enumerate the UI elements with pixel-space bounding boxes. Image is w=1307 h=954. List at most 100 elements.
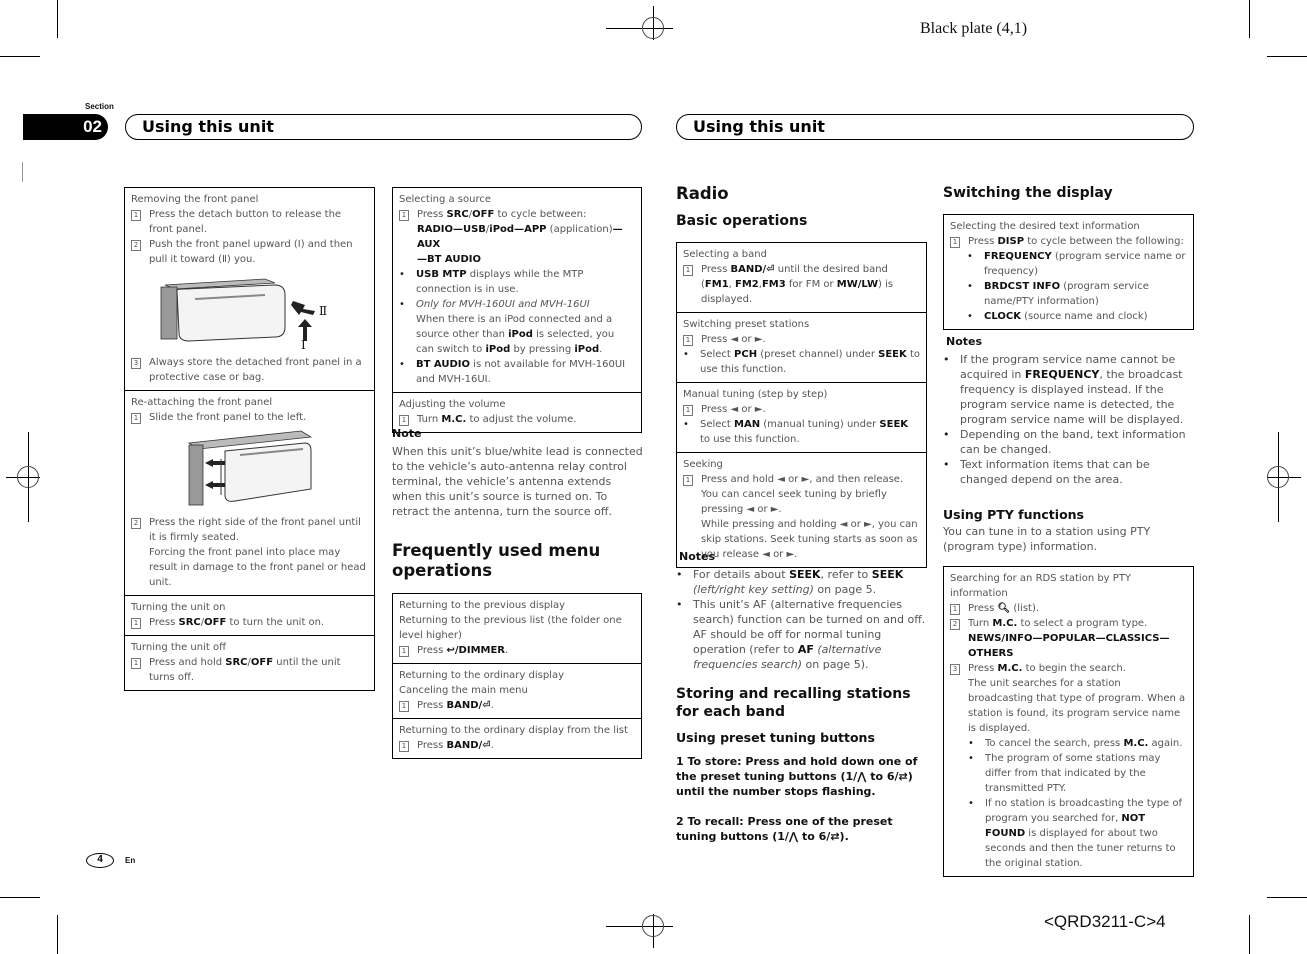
note-item: • For details about SEEK, refer to SEEK (…	[676, 568, 904, 596]
block-title: Selecting a band	[683, 249, 767, 260]
crop-mark	[57, 915, 58, 954]
crop-mark	[0, 56, 40, 57]
language-code: En	[125, 856, 136, 865]
selecting-source: Selecting a source 1 Press SRC/OFF to cyc…	[393, 188, 641, 392]
turning-unit-off: Turning the unit off 1 Press and hold SRC…	[125, 635, 374, 690]
text-info-box: Selecting the desired text information 1…	[943, 214, 1194, 330]
selecting-text-information: Selecting the desired text information 1…	[944, 215, 1193, 329]
page-number: 4	[86, 853, 114, 868]
back-icon: ↩	[446, 645, 455, 656]
adjusting-volume: Adjusting the volume 1 Turn M.C. to adjus…	[393, 392, 641, 432]
step-number: 1	[399, 646, 409, 657]
bullet-item: • Only for MVH-160UI and MVH-16UI When the…	[399, 299, 615, 355]
chapter-title-left: Using this unit	[125, 114, 642, 140]
returning-ordinary-from-list: Returning to the ordinary display from t…	[393, 718, 641, 758]
block-title: Switching preset stations	[683, 319, 810, 330]
step-number: 2	[131, 240, 141, 251]
section-number-badge: 02	[23, 114, 108, 140]
menu-operations-heading: Frequently used menu operations	[392, 541, 601, 580]
block-title: Re-attaching the front panel	[131, 397, 273, 408]
block-title: Seeking	[683, 459, 723, 470]
switching-preset-stations: Switching preset stations 1 Press ◄ or ►.…	[677, 312, 926, 382]
store-step: 1 To store: Press and hold down one of t…	[676, 755, 918, 798]
document-code: <QRD3211-C>4	[1044, 912, 1166, 931]
bullet-item: • If no station is broadcasting the type …	[968, 798, 1183, 869]
radio-notes: • For details about SEEK, refer to SEEK (…	[676, 567, 926, 672]
display-option: • FREQUENCY (program service name or freq…	[967, 251, 1186, 277]
block-title: Searching for an RDS station by PTY info…	[950, 573, 1132, 599]
recall-step: 2 To recall: Press one of the preset tun…	[676, 815, 893, 843]
display-option: • BRDCST INFO (program service name/PTY i…	[967, 281, 1149, 307]
step-1: 1 Press SRC/OFF to cycle between: RADIO—U…	[399, 207, 635, 267]
radio-notes-title: Notes	[679, 550, 716, 563]
pty-functions-heading: Using PTY functions	[943, 507, 1084, 522]
block-title: Turning the unit on	[131, 602, 226, 613]
block-title: Returning to the ordinary display	[399, 670, 564, 681]
bullet-item: • USB MTP displays while the MTP connecti…	[399, 269, 584, 295]
step-1: 1 Press BAND/⏎.	[399, 738, 635, 753]
direction-label-1: Ⅰ	[301, 338, 306, 349]
note-item: • This unit’s AF (alternative frequencies…	[676, 598, 926, 671]
step-1: 1 Slide the front panel to the left.	[131, 410, 368, 425]
crop-mark	[1267, 56, 1307, 57]
step-1: 1 Press and hold ◄ or ►, and then release…	[683, 472, 920, 562]
plate-label: Black plate (4,1)	[920, 20, 1028, 37]
step-1: 1 Press SRC/OFF to turn the unit on.	[131, 615, 368, 630]
bullet-item: • To cancel the search, press M.C. again.	[968, 738, 1183, 749]
note-text: When this unit’s blue/white lead is conn…	[392, 445, 643, 518]
storing-recalling-heading: Storing and recalling stations for each …	[676, 686, 911, 720]
step-number: 1	[131, 210, 141, 221]
step-number: 1	[131, 658, 141, 669]
preset-tuning-heading: Using preset tuning buttons	[676, 730, 875, 745]
return-icon: ⏎	[766, 264, 775, 275]
block-subtitle: Canceling the main menu	[399, 685, 528, 696]
search-icon: 🔍︎	[997, 603, 1011, 614]
step-number: 3	[131, 358, 141, 369]
step-number: 1	[683, 405, 693, 416]
step-3: 3 Always store the detached front panel i…	[131, 355, 368, 385]
pty-intro: You can tune in to a station using PTY (…	[943, 525, 1151, 553]
returning-previous-display: Returning to the previous display Return…	[393, 594, 641, 663]
front-panel-box: Removing the front panel 1 Press the deta…	[124, 187, 375, 691]
step-1: 1 Press DISP to cycle between the followi…	[950, 234, 1187, 249]
block-title: Returning to the ordinary display from t…	[399, 725, 628, 736]
display-notes: • If the program service name cannot be a…	[943, 352, 1195, 487]
reattach-panel-illustration	[187, 430, 312, 506]
manual-tuning: Manual tuning (step by step) 1 Press ◄ or…	[677, 382, 926, 452]
note-item: • If the program service name cannot be a…	[943, 353, 1184, 426]
key-off: OFF	[250, 657, 274, 668]
selecting-band: Selecting a band 1 Press BAND/⏎ until the…	[677, 243, 926, 312]
source-volume-box: Selecting a source 1 Press SRC/OFF to cyc…	[392, 187, 642, 433]
key-src: SRC	[225, 657, 248, 668]
chapter-title-right: Using this unit	[676, 114, 1194, 140]
block-title: Adjusting the volume	[399, 399, 506, 410]
crop-mark	[1249, 0, 1250, 38]
bullet-item: • Select MAN (manual tuning) under SEEK t…	[683, 419, 909, 445]
crop-mark	[57, 0, 58, 38]
step-1: 1 Press ↩/DIMMER.	[399, 643, 635, 658]
crop-mark	[22, 162, 23, 182]
step-1: 1 Press BAND/⏎.	[399, 698, 635, 713]
step-1: 1 Press BAND/⏎ until the desired band (FM…	[683, 262, 920, 307]
step-2: 2 Push the front panel upward (Ⅰ) and the…	[131, 237, 368, 267]
step-number: 1	[683, 475, 693, 486]
bullet-item: • BT AUDIO is not available for MVH-160UI…	[399, 359, 626, 385]
step-1: 1 Press the detach button to release the …	[131, 207, 368, 237]
step-2: 2 Turn M.C. to select a program type. NEWS…	[950, 616, 1187, 661]
step-1: 1 Press ◄ or ►.	[683, 332, 920, 347]
detach-panel-illustration: Ⅱ Ⅰ	[160, 278, 327, 349]
step-1: 1 Press and hold SRC/OFF until the unit t…	[131, 655, 368, 685]
step-number: 2	[131, 518, 141, 529]
section-label: Section	[85, 102, 114, 111]
key-off: OFF	[204, 617, 227, 628]
bullet-item: • The program of some stations may differ…	[968, 753, 1161, 794]
menu-operations-box: Returning to the previous display Return…	[392, 593, 642, 759]
step-number: 1	[399, 210, 409, 221]
step-number: 1	[399, 415, 409, 426]
block-title: Selecting a source	[399, 194, 492, 205]
step-number: 1	[683, 265, 693, 276]
step-number: 1	[950, 237, 960, 248]
block-title: Manual tuning (step by step)	[683, 389, 828, 400]
crop-mark	[0, 897, 40, 898]
display-notes-title: Notes	[946, 335, 983, 348]
